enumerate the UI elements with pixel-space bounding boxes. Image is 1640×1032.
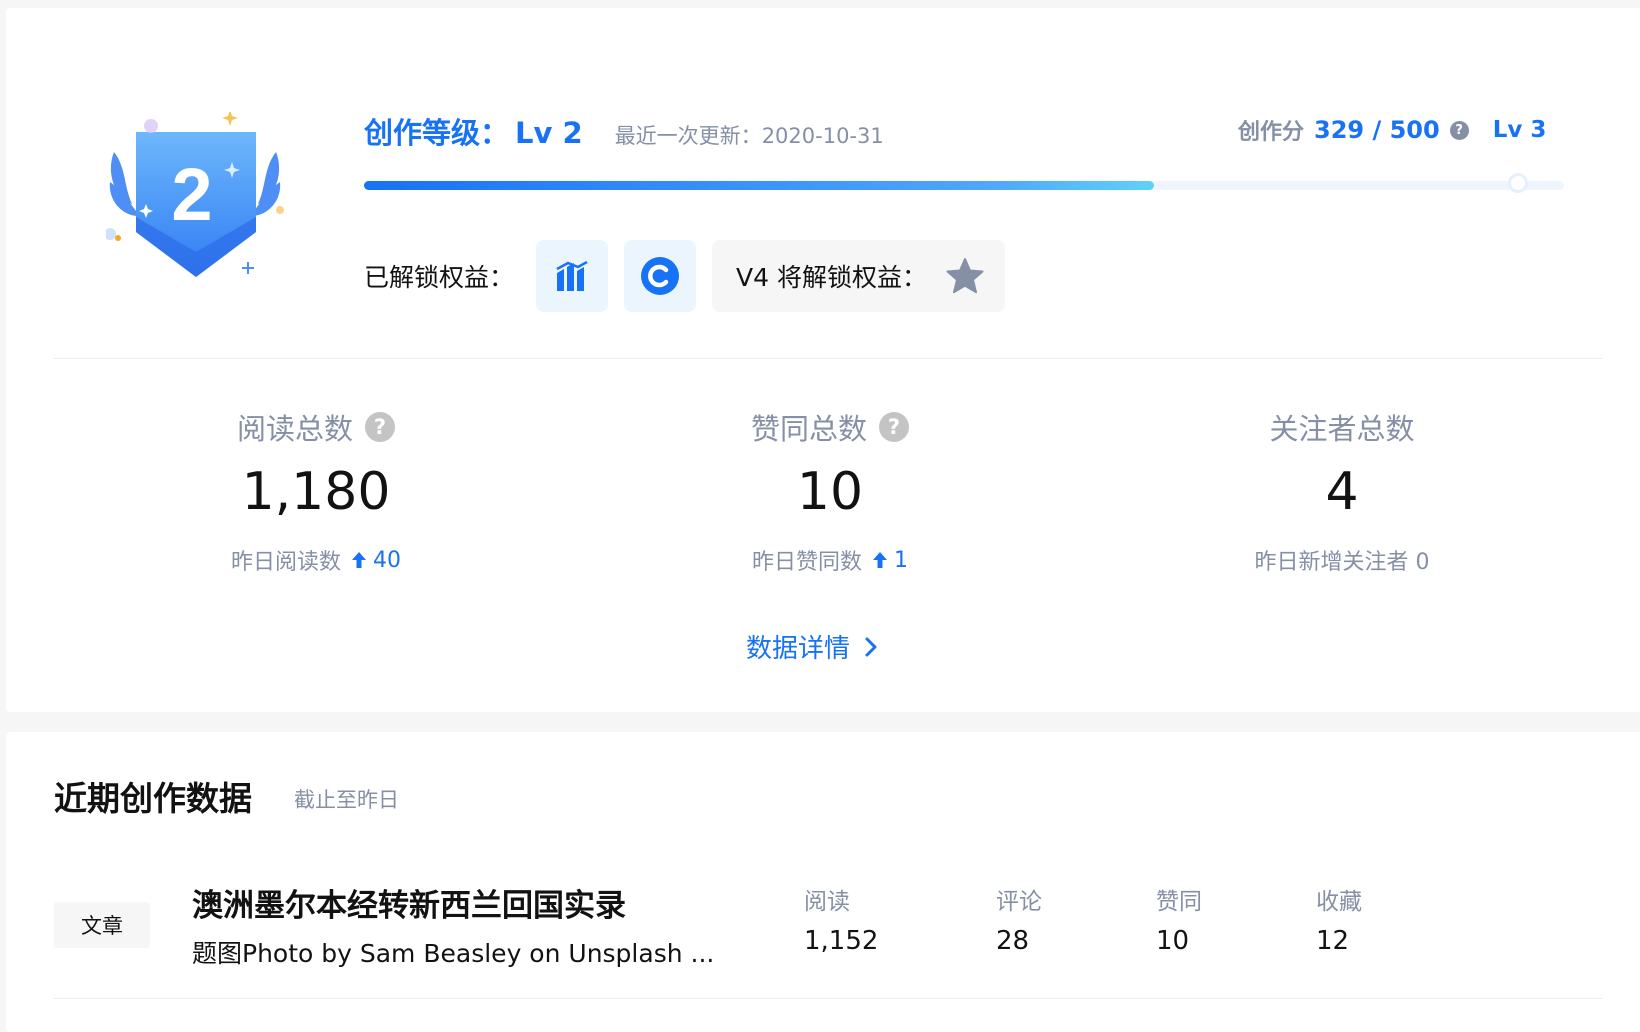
perk-data-analysis[interactable] <box>536 240 609 312</box>
metric-label: 收藏 <box>1316 889 1362 915</box>
chevron-right-icon <box>865 637 877 656</box>
update-date: 2020-10-31 <box>761 124 884 148</box>
perk-copyright[interactable] <box>624 240 697 312</box>
stat-sub-value: 40 <box>373 547 401 573</box>
future-perks-label: V4 将解锁权益： <box>736 263 927 292</box>
metric-label: 赞同 <box>1156 889 1202 915</box>
stat-sub-label: 昨日赞同数 <box>751 550 862 575</box>
metric-favorites: 收藏 12 <box>1316 882 1362 956</box>
stat-reads: 阅读总数 ? 1,180 昨日阅读数 40 <box>106 406 526 576</box>
copyright-icon <box>641 257 680 295</box>
metric-comments: 评论 28 <box>996 882 1042 956</box>
data-details-link[interactable]: 数据详情 <box>746 628 878 665</box>
metric-value: 1,152 <box>804 926 879 956</box>
future-perks[interactable]: V4 将解锁权益： <box>712 240 1005 312</box>
metric-label: 阅读 <box>804 889 850 915</box>
next-level: Lv 3 <box>1492 117 1547 143</box>
stat-followers: 关注者总数 4 昨日新增关注者 0 <box>1132 406 1552 576</box>
metric-value: 10 <box>1156 926 1190 956</box>
level-card: 2 创作等级： Lv 2 最近一次更新： 2020-10-31 创作分 329 … <box>6 8 1640 712</box>
level-badge-icon: 2 <box>104 110 296 297</box>
arrow-up-icon <box>352 552 366 568</box>
badge-number: 2 <box>171 153 212 236</box>
update-label: 最近一次更新： <box>614 124 762 148</box>
article-excerpt: 题图Photo by Sam Beasley on Unsplash ... <box>192 939 715 968</box>
stat-value: 1,180 <box>241 462 391 522</box>
metric-value: 12 <box>1316 926 1350 956</box>
level-line: 创作等级： Lv 2 最近一次更新： 2020-10-31 <box>364 110 884 150</box>
bar-chart-icon <box>556 261 588 291</box>
unlocked-perks: 已解锁权益： V4 将解锁权益： <box>364 240 1005 312</box>
metric-reads: 阅读 1,152 <box>804 882 878 956</box>
stat-sub-label: 昨日新增关注者 0 <box>1254 550 1430 575</box>
stat-value: 10 <box>796 462 864 522</box>
arrow-up-icon <box>873 552 887 568</box>
upvotes-help-icon[interactable]: ? <box>879 412 909 442</box>
metric-label: 评论 <box>996 889 1042 915</box>
divider <box>54 358 1602 359</box>
current-level: Lv 2 <box>515 116 583 150</box>
stat-sub-label: 昨日阅读数 <box>230 550 341 575</box>
stat-upvotes: 赞同总数 ? 10 昨日赞同数 1 <box>620 406 1040 576</box>
unlocked-label: 已解锁权益： <box>364 263 515 292</box>
stat-sub-value: 1 <box>894 547 908 573</box>
score-label: 创作分 <box>1238 120 1305 145</box>
stat-label: 赞同总数 <box>750 412 867 446</box>
stat-label: 阅读总数 <box>236 412 353 446</box>
section-title: 近期创作数据 <box>54 779 252 818</box>
section-subtitle: 截止至昨日 <box>294 788 399 812</box>
recent-data-card: 近期创作数据 截止至昨日 文章 澳洲墨尔本经转新西兰回国实录 题图Photo b… <box>6 732 1640 1032</box>
creation-score: 创作分 329 / 500 ? Lv 3 <box>1238 114 1546 146</box>
next-level-marker <box>1508 173 1528 193</box>
content-type-tag: 文章 <box>54 902 150 948</box>
stat-value: 4 <box>1325 462 1359 522</box>
reads-help-icon[interactable]: ? <box>365 412 395 442</box>
score-value: 329 / 500 <box>1314 116 1440 144</box>
level-progress-bar <box>364 173 1564 193</box>
star-icon <box>946 258 984 294</box>
metric-value: 28 <box>996 926 1030 956</box>
article-title[interactable]: 澳洲墨尔本经转新西兰回国实录 <box>192 880 626 925</box>
score-help-icon[interactable]: ? <box>1449 120 1469 140</box>
metric-upvotes: 赞同 10 <box>1156 882 1202 956</box>
level-title: 创作等级： <box>364 116 510 150</box>
level-progress-fill <box>364 181 1154 190</box>
recent-item-row[interactable]: 文章 澳洲墨尔本经转新西兰回国实录 题图Photo by Sam Beasley… <box>54 882 1602 999</box>
data-details-label: 数据详情 <box>746 634 851 664</box>
stat-label: 关注者总数 <box>1269 412 1415 446</box>
